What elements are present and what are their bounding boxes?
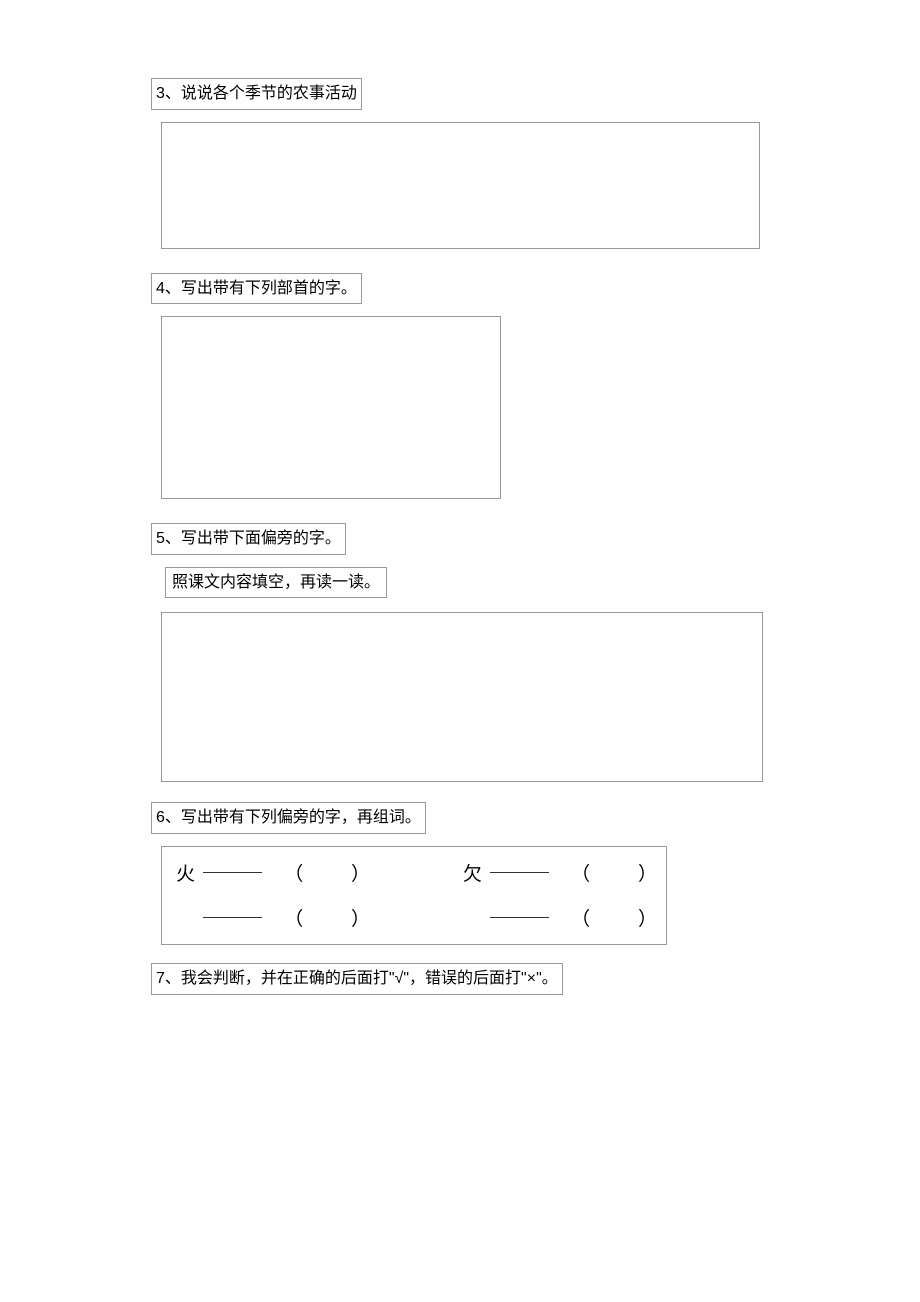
paren-left: （ [284, 859, 298, 886]
q6-blank-1a[interactable] [203, 872, 262, 873]
paren-right: ） [638, 904, 652, 931]
paren-right: ） [351, 904, 365, 931]
q4-title: 4、写出带有下列部首的字。 [151, 273, 362, 305]
q6-blank-2a[interactable] [203, 917, 262, 918]
q6-blank-1b[interactable] [490, 872, 549, 873]
q7-title: 7、我会判断，并在正确的后面打"√"，错误的后面打"×"。 [151, 963, 563, 995]
question-7: 7、我会判断，并在正确的后面打"√"，错误的后面打"×"。 [151, 963, 769, 1007]
q5-answer-box[interactable] [161, 612, 763, 782]
q5-sub-instruction: 照课文内容填空，再读一读。 [165, 567, 387, 599]
paren-left: （ [571, 859, 585, 886]
question-6: 6、写出带有下列偏旁的字，再组词。 火 （ ） 欠 （ ） （ ） （ ） [151, 802, 769, 945]
paren-left: （ [284, 904, 298, 931]
q4-answer-box[interactable] [161, 316, 501, 499]
paren-left: （ [571, 904, 585, 931]
paren-right: ） [351, 859, 365, 886]
paren-right: ） [638, 859, 652, 886]
q6-title: 6、写出带有下列偏旁的字，再组词。 [151, 802, 426, 834]
q6-radical-2: 欠 [463, 859, 486, 886]
question-3: 3、说说各个季节的农事活动 [151, 78, 769, 249]
q6-row-2: （ ） （ ） [176, 904, 652, 931]
q6-content-box: 火 （ ） 欠 （ ） （ ） （ ） [161, 846, 667, 945]
q3-answer-box[interactable] [161, 122, 760, 249]
question-5: 5、写出带下面偏旁的字。 照课文内容填空，再读一读。 [151, 523, 769, 782]
q5-title: 5、写出带下面偏旁的字。 [151, 523, 346, 555]
q3-title: 3、说说各个季节的农事活动 [151, 78, 362, 110]
q6-blank-2b[interactable] [490, 917, 549, 918]
q6-radical-1: 火 [176, 859, 199, 886]
question-4: 4、写出带有下列部首的字。 [151, 273, 769, 500]
q6-row-1: 火 （ ） 欠 （ ） [176, 859, 652, 886]
